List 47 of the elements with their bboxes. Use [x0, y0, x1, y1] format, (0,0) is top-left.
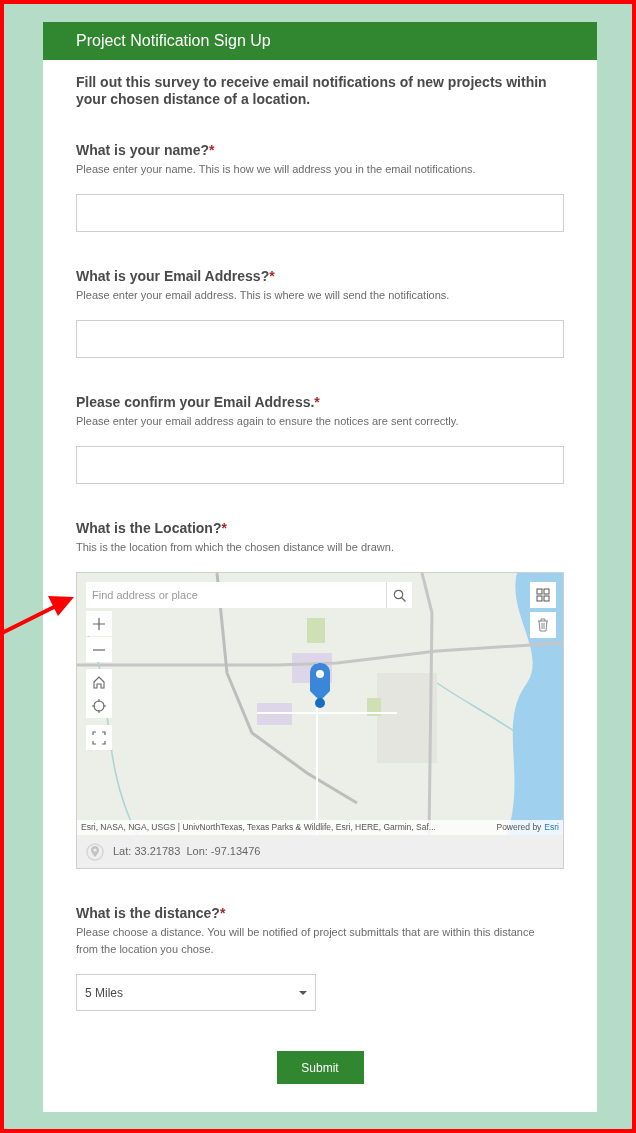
submit-button[interactable]: Submit: [276, 1051, 364, 1084]
fullscreen-button[interactable]: [86, 725, 112, 750]
question-hint: Please enter your name. This is how we will address you in the email notifications.: [76, 162, 477, 177]
locate-button[interactable]: [86, 693, 112, 718]
zoom-in-button[interactable]: [86, 611, 112, 636]
qr-code-icon: [536, 588, 550, 602]
minus-icon: [92, 648, 106, 651]
required-mark: *: [219, 904, 226, 922]
attribution-text: Esri, NASA, NGA, USGS | UnivNorthTexas, Texas Parks & Wildlife, Esri, HERE, Garmin, Saf...: [81, 821, 436, 834]
question-label: What is the distance?: [76, 904, 220, 922]
distance-select[interactable]: 5 Miles: [76, 974, 316, 1011]
home-button[interactable]: [86, 669, 112, 694]
map-pin-icon: [310, 663, 330, 709]
required-mark: *: [221, 519, 227, 537]
location-pin-icon: [86, 842, 104, 861]
question-hint: Please choose a distance. You will be notified of project submittals that are within this distance from the location you chose.: [76, 925, 536, 957]
required-mark: *: [314, 393, 320, 411]
zoom-out-button[interactable]: [86, 637, 112, 662]
esri-link[interactable]: Esri: [544, 821, 559, 834]
text-input[interactable]: [76, 446, 564, 484]
question-label: What is the Location?: [76, 519, 222, 537]
question-label: Please confirm your Email Address.: [76, 393, 315, 411]
search-button[interactable]: [386, 582, 412, 608]
fullscreen-icon: [92, 730, 106, 745]
question-label: What is your Email Address?: [76, 267, 270, 285]
question-hint: Please enter your email address. This is where we will send the notifications.: [76, 288, 451, 303]
delete-button[interactable]: [530, 612, 556, 638]
home-icon: [92, 674, 106, 689]
required-mark: *: [209, 141, 215, 159]
powered-by-text: Powered by: [496, 821, 542, 834]
coordinates-text: Lat: 33.21783 Lon: -97.13476: [113, 844, 261, 860]
question-hint: Please enter your email address again to ensure the notices are sent correctly.: [76, 414, 460, 429]
trash-icon: [536, 618, 550, 632]
caret-icon: [299, 990, 307, 995]
search-icon: [393, 588, 406, 602]
form-intro: Fill out this survey to receive email notifications of new projects within your chosen distance of a location.: [76, 74, 548, 108]
qr-code-button[interactable]: [530, 582, 556, 608]
question-hint: This is the location from which the chosen distance will be drawn.: [76, 540, 395, 555]
text-input[interactable]: [76, 194, 564, 232]
form-title: Project Notification Sign Up: [76, 31, 271, 51]
question-label: What is your name?: [76, 141, 210, 159]
text-input[interactable]: [76, 320, 564, 358]
address-search-field[interactable]: Find address or place: [86, 582, 386, 608]
locate-icon: [92, 698, 106, 713]
required-mark: *: [269, 267, 275, 285]
map-view[interactable]: Find address or place Esri, NASA, NGA, USGS | UnivNorthTexas, Texas Parks & Wildlife, Esri, HERE, Garmin, Saf... Powered by Esri: [77, 573, 563, 835]
plus-icon: [92, 616, 106, 631]
